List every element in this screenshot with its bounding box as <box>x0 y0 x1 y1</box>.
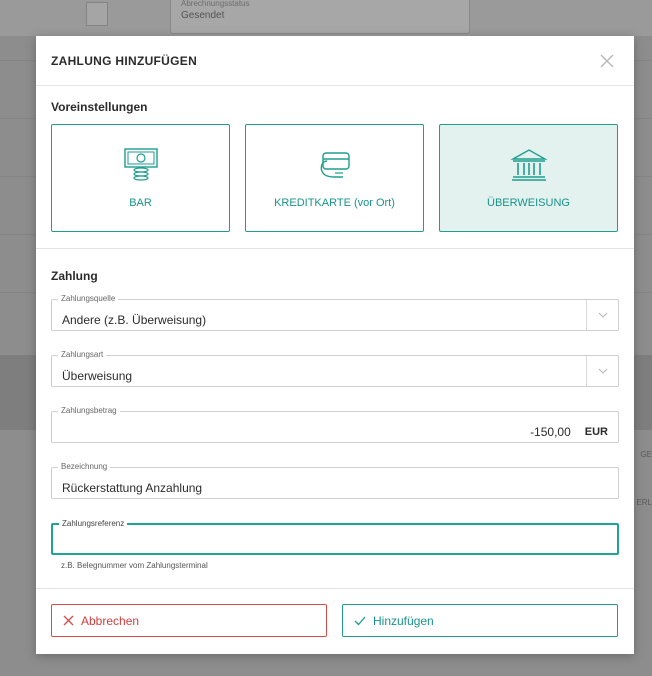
payment-reference-field[interactable]: Zahlungsreferenz <box>51 518 619 555</box>
chevron-down-icon <box>598 368 607 374</box>
payment-amount-value: -150,00 <box>530 425 571 439</box>
presets-title: Voreinstellungen <box>51 100 148 114</box>
payment-amount-label: Zahlungsbetrag <box>58 405 120 417</box>
dialog-title: ZAHLUNG HINZUFÜGEN <box>51 53 198 68</box>
bank-icon <box>509 147 548 183</box>
add-button[interactable]: Hinzufügen <box>342 604 618 637</box>
add-payment-dialog: ZAHLUNG HINZUFÜGEN Voreinstellungen BAR … <box>36 36 634 654</box>
preset-cash-button[interactable]: BAR <box>51 124 230 232</box>
close-icon <box>63 615 74 626</box>
preset-credit-card-button[interactable]: KREDITKARTE (vor Ort) <box>245 124 424 232</box>
close-icon <box>600 54 614 67</box>
presets-section: Voreinstellungen BAR KREDITKARTE (vor Or… <box>36 86 634 249</box>
background-edge-text: ERL <box>636 498 652 507</box>
payment-section: Zahlung Zahlungsquelle Andere (z.B. Über… <box>36 249 634 570</box>
background-field-value: Gesendet <box>181 10 225 21</box>
background-edge-text: GE <box>640 450 652 459</box>
payment-source-dropdown-button[interactable] <box>586 300 618 330</box>
description-label: Bezeichnung <box>58 461 111 473</box>
description-field[interactable]: Bezeichnung Rückerstattung Anzahlung <box>51 461 619 499</box>
preset-transfer-button[interactable]: ÜBERWEISUNG <box>439 124 618 232</box>
dialog-header: ZAHLUNG HINZUFÜGEN <box>36 36 634 86</box>
background-field: Abrechnungsstatus Gesendet <box>170 0 470 34</box>
preset-transfer-label: ÜBERWEISUNG <box>487 197 570 209</box>
payment-amount-field[interactable]: Zahlungsbetrag -150,00 EUR <box>51 405 619 443</box>
close-button[interactable] <box>595 49 619 73</box>
credit-card-icon <box>315 147 355 183</box>
cancel-button-label: Abbrechen <box>81 613 140 628</box>
preset-tiles: BAR KREDITKARTE (vor Ort) ÜBERWEISUNG <box>51 124 619 232</box>
payment-source-select[interactable]: Zahlungsquelle Andere (z.B. Überweisung) <box>51 293 619 331</box>
dialog-footer: Abbrechen Hinzufügen <box>36 588 634 654</box>
description-value: Rückerstattung Anzahlung <box>62 481 203 495</box>
payment-reference-helper: z.B. Belegnummer vom Zahlungsterminal <box>61 561 208 570</box>
preset-cash-label: BAR <box>129 197 152 209</box>
checkmark-icon <box>354 616 366 626</box>
payment-source-value: Andere (z.B. Überweisung) <box>62 313 207 327</box>
cash-icon <box>123 147 159 183</box>
preset-credit-card-label: KREDITKARTE (vor Ort) <box>274 197 395 209</box>
background-field-label: Abrechnungsstatus <box>181 0 250 8</box>
payment-type-value: Überweisung <box>62 369 133 383</box>
payment-type-select[interactable]: Zahlungsart Überweisung <box>51 349 619 387</box>
payment-type-dropdown-button[interactable] <box>586 356 618 386</box>
payment-reference-label: Zahlungsreferenz <box>59 518 128 530</box>
add-button-label: Hinzufügen <box>373 613 434 628</box>
payment-source-label: Zahlungsquelle <box>58 293 119 305</box>
payment-currency: EUR <box>584 426 608 438</box>
background-select <box>86 2 108 26</box>
payment-type-label: Zahlungsart <box>58 349 107 361</box>
payment-reference-value <box>53 534 617 544</box>
chevron-down-icon <box>598 312 607 318</box>
cancel-button[interactable]: Abbrechen <box>51 604 327 637</box>
payment-title: Zahlung <box>51 269 98 283</box>
